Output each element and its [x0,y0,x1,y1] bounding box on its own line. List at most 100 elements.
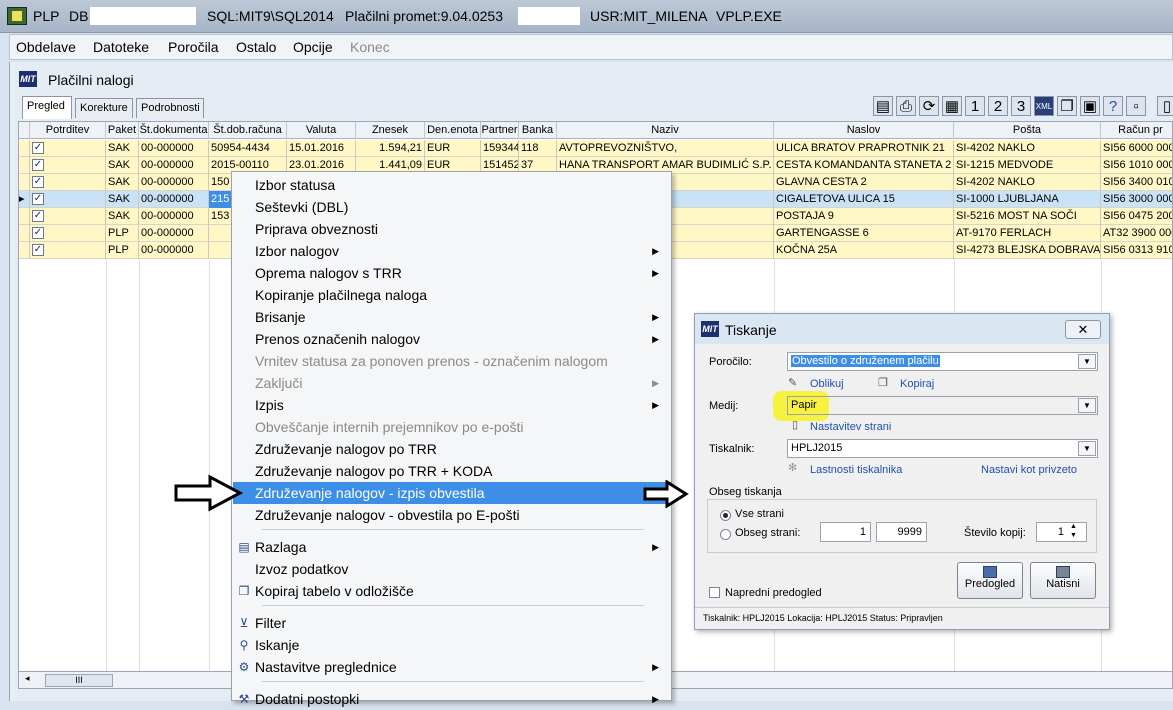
potrditev-checkbox[interactable]: ✓ [32,227,44,239]
menu-item[interactable]: Izvoz podatkov [233,558,671,580]
menu-item[interactable]: ❐ Kopiraj tabelo v odložišče [233,580,671,602]
predogled-button[interactable]: Predogled [957,562,1023,599]
chevron-down-icon[interactable]: ▼ [1078,398,1096,413]
medij-select[interactable]: Papir ▼ [787,396,1098,415]
stepper-arrows-icon[interactable]: ▲ ▼ [1070,522,1077,540]
kopiraj-link[interactable]: Kopiraj [900,378,934,390]
menu-item[interactable]: Združevanje nalogov po TRR + KODA [233,460,671,482]
menu-item[interactable]: Seštevki (DBL) [233,196,671,218]
menu-item: Zaključi ▶ [233,372,671,394]
potrditev-checkbox[interactable]: ✓ [32,176,44,188]
col-racun[interactable]: Račun pr [1101,122,1172,139]
menu-item[interactable]: ⚲ Iskanje [233,634,671,656]
nastavitev-strani-link[interactable]: Nastavitev strani [810,421,891,433]
col-naziv[interactable]: Naziv [557,122,774,139]
close-icon[interactable]: ✕ [1065,320,1101,339]
col-den-enota[interactable]: Den.enota [425,122,481,139]
natisni-button[interactable]: Natisni [1030,562,1096,599]
table-cell: KOČNA 25A [774,242,954,259]
window-icon[interactable]: ▣ [1080,96,1100,116]
page-icon[interactable]: ▯ [1157,96,1173,116]
menu-datoteke[interactable]: Datoteke [93,39,149,55]
table-cell: SAK [106,208,139,225]
potrditev-checkbox[interactable]: ✓ [32,244,44,256]
menu-item: Vrnitev statusa za ponoven prenos - ozna… [233,350,671,372]
col-paket[interactable]: Paket [106,122,139,139]
xml-icon[interactable]: XML [1034,96,1054,116]
menu-item[interactable]: Oprema nalogov s TRR ▶ [233,262,671,284]
col-naslov[interactable]: Naslov [774,122,954,139]
chevron-down-icon[interactable]: ▼ [1078,354,1096,369]
menu-item[interactable]: Prenos označenih nalogov ▶ [233,328,671,350]
predogled-label: Predogled [964,578,1016,590]
potrditev-checkbox[interactable]: ✓ [32,193,44,205]
document-icon[interactable]: ▤ [873,96,893,116]
menu-item[interactable]: ▤ Razlaga ▶ [233,536,671,558]
obseg-label: Obseg tiskanja [709,486,782,498]
do-input[interactable]: 9999 [876,522,927,542]
kopij-stepper[interactable]: 1 [1036,522,1087,542]
col-posta[interactable]: Pošta [954,122,1101,139]
lastnosti-link[interactable]: Lastnosti tiskalnika [810,464,902,476]
scroll-left-icon[interactable]: ◂ [25,673,30,684]
vse-strani-label: Vse strani [735,508,784,520]
menu-item[interactable]: Kopiranje plačilnega naloga [233,284,671,306]
chevron-right-icon: ▶ [652,378,659,388]
arrow-left-annotation [174,474,244,512]
digit-1-button[interactable]: 1 [965,96,985,116]
nastavi-privzeto-link[interactable]: Nastavi kot privzeto [981,464,1077,476]
print-icon[interactable]: ⎙ [896,96,916,116]
menu-obdelave[interactable]: Obdelave [16,39,76,55]
menu-item[interactable]: Združevanje nalogov po TRR [233,438,671,460]
scroll-thumb[interactable]: III [45,674,113,687]
table-cell: 15.01.2016 [287,140,356,157]
menu-item-label: Iskanje [255,637,300,653]
napredni-checkbox[interactable] [709,587,720,598]
export-icon[interactable]: ▦ [942,96,962,116]
menu-porocila[interactable]: Poročila [168,39,219,55]
menu-item[interactable]: Izbor statusa [233,174,671,196]
porocilo-select[interactable]: Obvestilo o združenem plačilu ▼ [787,352,1098,371]
table-row[interactable]: ✓ SAK 00-000000 50954-4434 15.01.2016 1.594,2… [19,140,1172,157]
menu-item[interactable]: Združevanje nalogov - obvestila po E-poš… [233,504,671,526]
chevron-down-icon[interactable]: ▼ [1078,441,1096,456]
tab-korekture[interactable]: Korekture [75,98,133,118]
col-banka[interactable]: Banka [519,122,557,139]
menu-item[interactable]: Priprava obveznosti [233,218,671,240]
menu-opcije[interactable]: Opcije [293,39,333,55]
col-valuta[interactable]: Valuta [287,122,356,139]
col-partner[interactable]: Partner [481,122,519,139]
potrditev-checkbox[interactable]: ✓ [32,159,44,171]
od-input[interactable]: 1 [820,522,871,542]
menu-ostalo[interactable]: Ostalo [236,39,276,55]
menu-item[interactable]: ⚒ Dodatni postopki ▶ [233,688,671,710]
menu-item[interactable]: Izbor nalogov ▶ [233,240,671,262]
digit-3-button[interactable]: 3 [1011,96,1031,116]
digit-2-button[interactable]: 2 [988,96,1008,116]
obseg-strani-radio[interactable] [720,529,731,540]
help-icon[interactable]: ? [1103,96,1123,116]
refresh-icon[interactable]: ⟳ [919,96,939,116]
col-st-dokumenta[interactable]: Št.dokumenta [139,122,209,139]
oblikuj-link[interactable]: Oblikuj [810,378,844,390]
col-znesek[interactable]: Znesek [356,122,425,139]
title-bar: PLP DB SQL:MIT9\SQL2014 Plačilni promet:… [0,0,1173,33]
col-potrditev[interactable]: Potrditev [30,122,106,139]
close-doc-icon[interactable]: ▫ [1126,96,1146,116]
menu-item[interactable]: Brisanje ▶ [233,306,671,328]
menu-item[interactable]: Izpis ▶ [233,394,671,416]
tab-pregled[interactable]: Pregled [22,96,72,119]
tab-podrobnosti[interactable]: Podrobnosti [136,98,204,118]
tools-icon: ⚒ [238,692,250,706]
vse-strani-radio[interactable] [720,510,731,521]
table-cell: SI56 1010 000 [1101,157,1172,174]
menu-item[interactable]: Združevanje nalogov - izpis obvestila▶ [233,482,671,504]
potrditev-checkbox[interactable]: ✓ [32,142,44,154]
copy-icon[interactable]: ❐ [1057,96,1077,116]
menu-item[interactable]: ⊻ Filter [233,612,671,634]
tiskalnik-select[interactable]: HPLJ2015 ▼ [787,439,1098,458]
potrditev-checkbox[interactable]: ✓ [32,210,44,222]
table-cell: SI-5216 MOST NA SOČI [954,208,1101,225]
col-st-dob-racuna[interactable]: Št.dob.računa [209,122,287,139]
menu-item[interactable]: ⚙ Nastavitve preglednice ▶ [233,656,671,678]
